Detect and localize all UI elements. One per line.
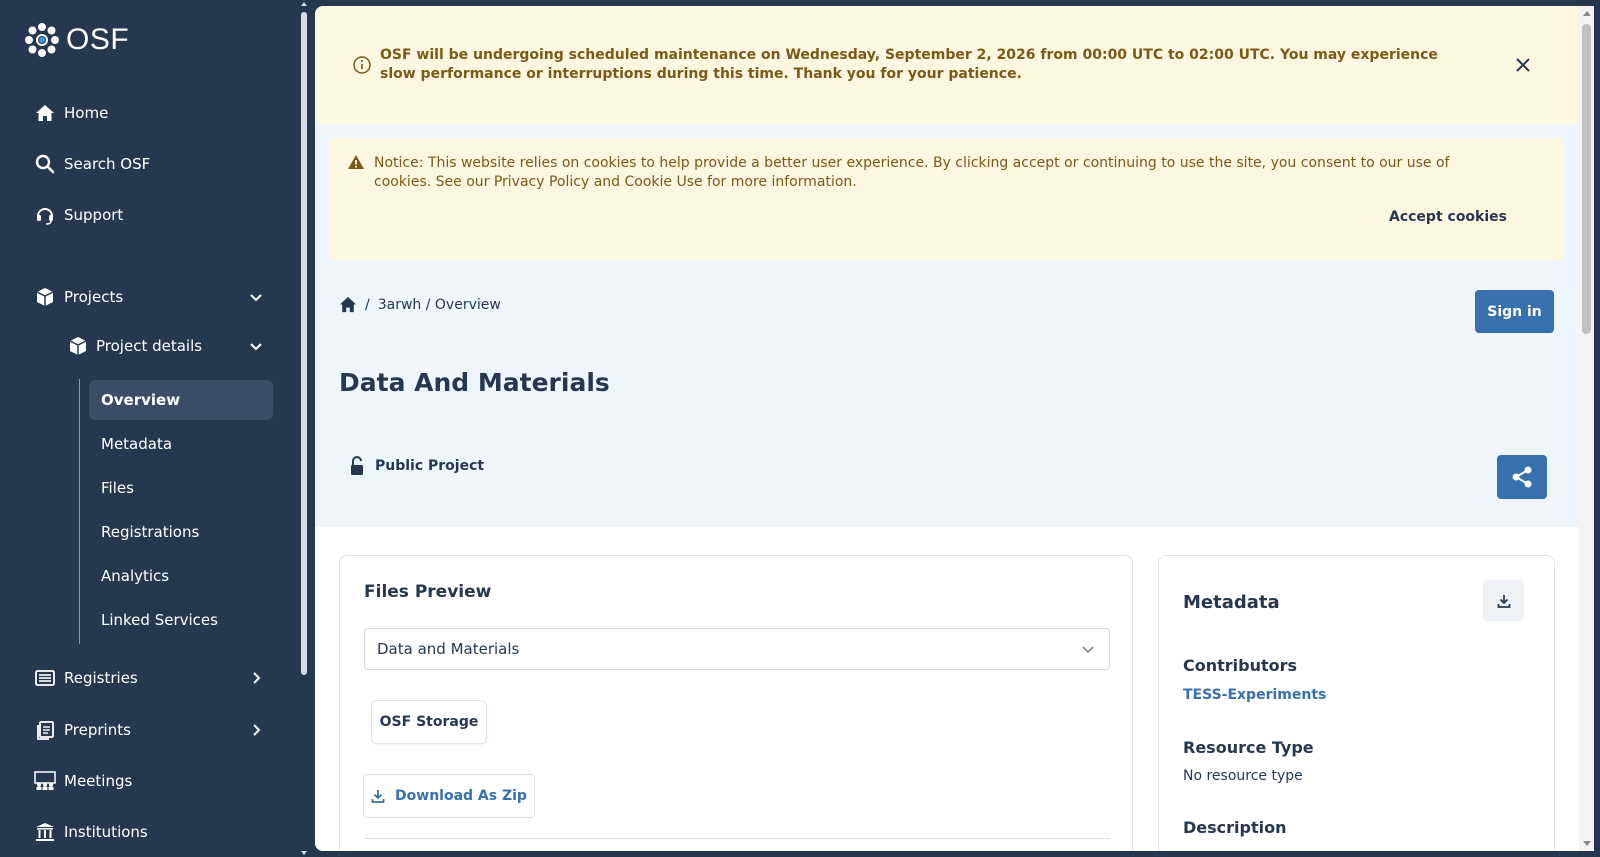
home-icon	[34, 102, 56, 124]
component-select-value: Data and Materials	[377, 640, 520, 658]
search-icon	[34, 153, 56, 175]
chevron-down-icon[interactable]	[248, 289, 264, 305]
nav-overview[interactable]: Overview	[89, 380, 273, 420]
cookie-text: Notice: This website relies on cookies t…	[374, 155, 1450, 190]
institution-icon	[34, 821, 56, 843]
osf-storage-tab[interactable]: OSF Storage	[371, 700, 487, 744]
scroll-up-arrow[interactable]	[301, 2, 307, 6]
nav-projects-label: Projects	[64, 288, 124, 306]
nav-preprints-label: Preprints	[64, 721, 131, 739]
download-zip-button[interactable]: Download As Zip	[363, 774, 535, 818]
files-preview-title: Files Preview	[364, 582, 492, 602]
nav-analytics[interactable]: Analytics	[89, 556, 273, 596]
nav-search-label: Search OSF	[64, 155, 151, 173]
nav-home[interactable]: Home	[34, 98, 264, 128]
tree-line	[79, 379, 80, 644]
page-title: Data And Materials	[339, 368, 610, 397]
osf-logo-icon	[25, 23, 59, 57]
sidebar: OSF Home Search OSF Support Projects Pro…	[0, 0, 300, 857]
scroll-up-arrow[interactable]	[1583, 11, 1591, 16]
nav-home-label: Home	[64, 104, 109, 122]
sign-in-button[interactable]: Sign in	[1475, 290, 1554, 333]
breadcrumb-separator: /	[365, 296, 370, 313]
contributor-link[interactable]: TESS-Experiments	[1183, 687, 1326, 703]
chevron-right-icon[interactable]	[248, 670, 264, 686]
chevron-down-icon[interactable]	[248, 338, 264, 354]
cube-icon	[34, 286, 56, 308]
warning-icon	[348, 155, 364, 169]
nav-projects[interactable]: Projects	[34, 282, 264, 312]
maintenance-banner: OSF will be undergoing scheduled mainten…	[315, 6, 1579, 124]
nav-institutions[interactable]: Institutions	[34, 817, 264, 847]
nav-linked-services[interactable]: Linked Services	[89, 600, 273, 640]
nav-project-details[interactable]: Project details	[68, 331, 264, 361]
visibility-label: Public Project	[375, 458, 485, 474]
resource-type-label: Resource Type	[1183, 738, 1314, 757]
download-icon	[1497, 594, 1510, 608]
breadcrumb-path[interactable]: 3arwh / Overview	[378, 297, 501, 313]
nav-meetings-label: Meetings	[64, 772, 133, 790]
nav-search[interactable]: Search OSF	[34, 149, 264, 179]
description-label: Description	[1183, 818, 1287, 837]
chevron-right-icon[interactable]	[248, 722, 264, 738]
sidebar-scroll-thumb[interactable]	[301, 12, 307, 675]
nav-preprints[interactable]: Preprints	[34, 715, 264, 745]
meetings-icon	[34, 770, 56, 792]
sidebar-scrollbar[interactable]	[300, 0, 308, 857]
resource-type-value: No resource type	[1183, 768, 1303, 784]
nav-metadata[interactable]: Metadata	[89, 424, 273, 464]
scroll-down-arrow[interactable]	[1583, 841, 1591, 846]
nav-registries[interactable]: Registries	[34, 663, 264, 693]
nav-project-details-label: Project details	[96, 337, 203, 355]
info-icon	[353, 56, 371, 74]
share-icon	[1512, 466, 1532, 488]
contributors-label: Contributors	[1183, 656, 1298, 675]
component-select[interactable]: Data and Materials	[364, 628, 1110, 670]
main-content: OSF will be undergoing scheduled mainten…	[315, 6, 1579, 851]
download-icon	[371, 790, 385, 803]
nav-institutions-label: Institutions	[64, 823, 148, 841]
accept-cookies-button[interactable]: Accept cookies	[1389, 205, 1507, 229]
share-button[interactable]	[1497, 455, 1547, 499]
breadcrumb: / 3arwh / Overview	[339, 296, 501, 313]
unlock-icon	[351, 456, 363, 475]
files-preview-card: Files Preview Data and Materials OSF Sto…	[339, 555, 1133, 851]
osf-logo[interactable]: OSF	[24, 22, 129, 58]
home-icon[interactable]	[339, 296, 357, 313]
metadata-title: Metadata	[1183, 592, 1280, 613]
close-icon[interactable]	[1514, 56, 1532, 74]
cookie-banner: Notice: This website relies on cookies t…	[329, 138, 1564, 260]
nav-support[interactable]: Support	[34, 200, 264, 230]
maintenance-text: OSF will be undergoing scheduled mainten…	[380, 47, 1438, 82]
nav-meetings[interactable]: Meetings	[34, 766, 264, 796]
headset-icon	[34, 204, 56, 226]
preprints-icon	[34, 719, 56, 741]
visibility-status: Public Project	[349, 456, 484, 476]
nav-files[interactable]: Files	[89, 468, 273, 508]
metadata-download-button[interactable]	[1483, 580, 1524, 621]
download-zip-label: Download As Zip	[395, 788, 527, 804]
metadata-card: Metadata Contributors TESS-Experiments R…	[1158, 555, 1555, 851]
nav-support-label: Support	[64, 206, 124, 224]
registries-icon	[34, 667, 56, 689]
scroll-down-arrow[interactable]	[301, 851, 307, 855]
main-scroll-thumb[interactable]	[1582, 24, 1591, 334]
cube-icon	[69, 337, 87, 355]
nav-registries-label: Registries	[64, 669, 138, 687]
nav-registrations[interactable]: Registrations	[89, 512, 273, 552]
divider	[364, 838, 1110, 839]
main-scrollbar[interactable]	[1579, 6, 1594, 851]
logo-text: OSF	[66, 23, 130, 56]
chevron-down-icon	[1082, 646, 1094, 654]
